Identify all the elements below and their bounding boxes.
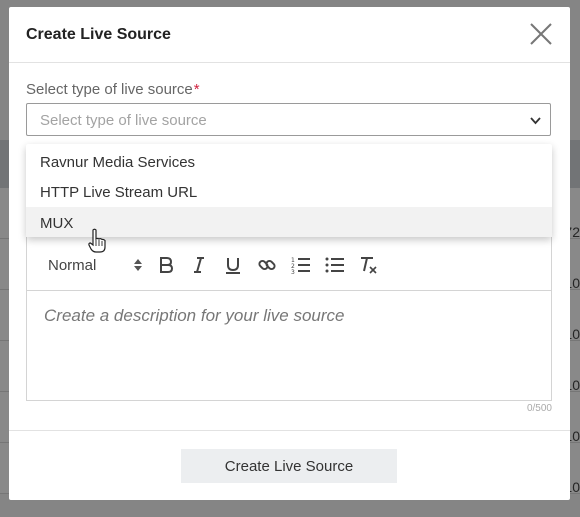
italic-button[interactable]	[189, 255, 209, 275]
description-editor: Normal 1 2 3 Create a description for yo…	[26, 230, 552, 401]
dialog-title: Create Live Source	[26, 26, 171, 43]
underline-icon	[226, 258, 240, 274]
bullet-list-button[interactable]	[325, 255, 345, 275]
bold-icon	[160, 257, 174, 273]
underline-button[interactable]	[223, 255, 243, 275]
ordered-list-icon: 1 2 3	[291, 257, 310, 276]
option-label: MUX	[40, 215, 74, 232]
option-http-live-stream-url[interactable]: HTTP Live Stream URL	[26, 176, 552, 206]
close-icon	[530, 23, 552, 45]
updown-arrows-icon	[134, 259, 142, 271]
source-type-select[interactable]: Select type of live source	[26, 103, 551, 136]
description-placeholder: Create a description for your live sourc…	[44, 306, 345, 325]
option-label: Ravnur Media Services	[40, 154, 196, 171]
close-button[interactable]	[528, 21, 554, 47]
clear-format-icon	[361, 257, 377, 274]
heading-select[interactable]: Normal	[48, 257, 142, 274]
dialog-footer: Create Live Source	[9, 430, 570, 501]
bold-button[interactable]	[156, 255, 176, 275]
description-textarea[interactable]: Create a description for your live sourc…	[27, 290, 551, 400]
dialog-header: Create Live Source	[9, 7, 570, 63]
character-counter: 0/500	[526, 403, 552, 414]
option-ravnur-media-services[interactable]: Ravnur Media Services	[26, 146, 552, 176]
create-live-source-button[interactable]: Create Live Source	[181, 449, 397, 483]
hand-pointer-cursor-icon	[88, 228, 106, 253]
option-label: HTTP Live Stream URL	[40, 184, 198, 201]
ordered-list-button[interactable]: 1 2 3	[291, 255, 311, 276]
source-type-label-text: Select type of live source	[26, 81, 193, 98]
source-type-dropdown-menu: Ravnur Media Services HTTP Live Stream U…	[26, 144, 552, 237]
source-type-label: Select type of live source*	[26, 81, 200, 98]
svg-text:3: 3	[291, 269, 295, 275]
required-marker: *	[193, 81, 200, 98]
bullet-list-icon	[325, 257, 344, 273]
link-icon	[258, 259, 276, 271]
clear-format-button[interactable]	[359, 255, 379, 275]
chevron-down-icon	[530, 117, 541, 125]
heading-select-value: Normal	[48, 257, 97, 274]
link-button[interactable]	[257, 255, 277, 275]
source-type-placeholder: Select type of live source	[40, 112, 207, 129]
italic-icon	[194, 257, 204, 273]
